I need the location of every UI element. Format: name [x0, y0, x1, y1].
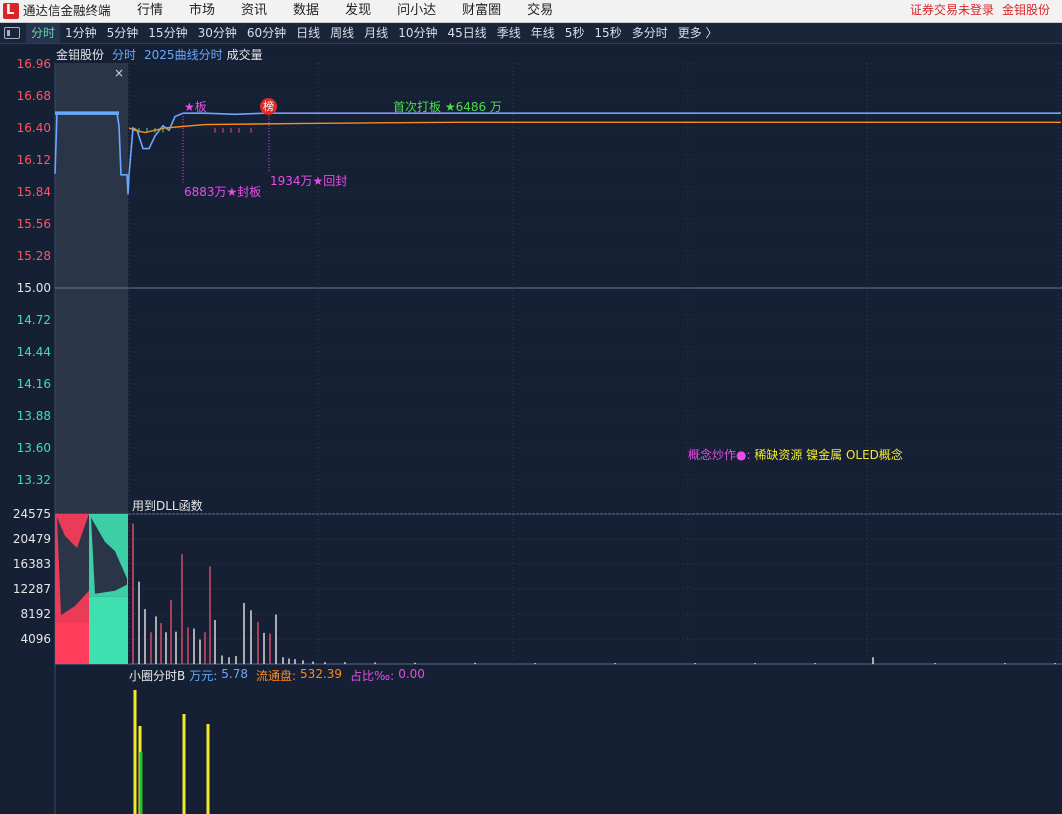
price-tick-label: 16.12 — [17, 153, 51, 167]
menu-item[interactable]: 交易 — [514, 0, 566, 21]
menu-bar: L 通达信金融终端 行情 市场 资讯 数据 发现 问小达 财富圈 交易 证券交易未登录 金钼股… — [0, 0, 1062, 23]
stock-name: 金钼股份 — [56, 48, 105, 62]
volume-tick-label: 4096 — [20, 632, 51, 646]
indicator-name[interactable]: 小圈分时B — [129, 667, 185, 684]
volume-tick-label: 8192 — [20, 607, 51, 621]
menu-item[interactable]: 行情 — [124, 0, 176, 21]
period-tab[interactable]: 多分时 — [627, 23, 673, 43]
period-tab[interactable]: 5秒 — [560, 23, 590, 43]
seal-label-1: 6883万★封板 — [184, 185, 262, 199]
price-tick-label: 15.84 — [17, 185, 51, 199]
current-stock-link[interactable]: 金钼股份 — [1002, 0, 1050, 21]
unit-value: 5.78 — [221, 667, 248, 681]
price-tick-label: 14.44 — [17, 345, 51, 359]
period-tab[interactable]: 日线 — [291, 23, 325, 43]
unit-label: 万元: — [189, 669, 218, 683]
close-icon[interactable]: × — [114, 66, 124, 80]
chart-header: 金钼股份 分时 2025曲线分时 成交量 — [56, 46, 263, 63]
price-tick-label: 15.56 — [17, 217, 51, 231]
ratio-label: 占比‰: — [350, 669, 395, 683]
volume-tick-label: 16383 — [13, 557, 51, 571]
price-tick-label: 13.88 — [17, 409, 51, 423]
period-tab[interactable]: 年线 — [526, 23, 560, 43]
period-toolbar: 分时 1分钟 5分钟 15分钟 30分钟 60分钟 日线 周线 月线 10分钟 45日线 季线 年线 5秒… — [0, 23, 1062, 44]
price-tick-label: 15.28 — [17, 249, 51, 263]
star-board-label: ★板 — [184, 100, 207, 114]
dll-indicator-label: 用到DLL函数 — [132, 499, 203, 513]
period-tab[interactable]: 分时 — [26, 23, 61, 43]
seal-label-2: 1934万★回封 — [270, 174, 348, 188]
sidebar-toggle-icon[interactable] — [4, 27, 20, 39]
period-tab[interactable]: 30分钟 — [193, 23, 242, 43]
period-tab[interactable]: 更多 〉 — [673, 23, 723, 43]
period-tab[interactable]: 15秒 — [589, 23, 626, 43]
price-tick-label: 16.68 — [17, 89, 51, 103]
price-tick-label: 13.32 — [17, 473, 51, 487]
float-value: 532.39 — [300, 667, 343, 681]
tab-2025-curve[interactable]: 2025曲线分时 — [144, 46, 223, 63]
right-menu: 证券交易未登录 金钼股份 — [910, 0, 1050, 21]
price-tick-label: 15.00 — [17, 281, 51, 295]
first-limit-label: 首次打板 ★6486 万 — [393, 100, 502, 114]
app-title: 通达信金融终端 — [23, 3, 111, 18]
float-label: 流通盘: — [256, 669, 297, 683]
period-tab[interactable]: 1分钟 — [60, 23, 102, 43]
menu-item[interactable]: 问小达 — [384, 0, 449, 21]
concept-values: 稀缺资源 镍金属 OLED概念 — [754, 448, 903, 462]
period-tab[interactable]: 季线 — [492, 23, 526, 43]
tab-volume[interactable]: 成交量 — [227, 46, 263, 63]
premarket-volume-green-bottom — [89, 596, 128, 664]
tab-intraday[interactable]: 分时 — [112, 46, 136, 63]
menu-item[interactable]: 资讯 — [228, 0, 280, 21]
volume-tick-label: 20479 — [13, 532, 51, 546]
menu-item[interactable]: 财富圈 — [449, 0, 514, 21]
concept-label: 概念炒作●: — [688, 448, 751, 462]
period-tab[interactable]: 10分钟 — [393, 23, 442, 43]
period-tab[interactable]: 周线 — [325, 23, 359, 43]
price-tick-label: 13.60 — [17, 441, 51, 455]
indicator-panel-header: 小圈分时B 万元: 5.78 流通盘: 532.39 占比‰: 0.00 — [129, 667, 425, 684]
concept-tags: 概念炒作●: 稀缺资源 镍金属 OLED概念 — [688, 446, 903, 463]
period-tab[interactable]: 60分钟 — [242, 23, 291, 43]
app-logo-icon: L — [3, 3, 19, 19]
price-tick-label: 16.96 — [17, 57, 51, 71]
intraday-chart[interactable]: 16.96 16.68 16.40 16.12 15.84 15.56 15.28 15.00… — [0, 43, 1062, 814]
menu-item[interactable]: 市场 — [176, 0, 228, 21]
main-menu: 行情 市场 资讯 数据 发现 问小达 财富圈 交易 — [124, 0, 566, 21]
volume-tick-label: 12287 — [13, 582, 51, 596]
average-price-line — [128, 121, 1061, 134]
price-tick-label: 14.72 — [17, 313, 51, 327]
list-badge-icon: 榜 — [260, 98, 277, 115]
period-tab[interactable]: 月线 — [359, 23, 393, 43]
trade-login-link[interactable]: 证券交易未登录 — [910, 0, 994, 21]
menu-item[interactable]: 发现 — [332, 0, 384, 21]
menu-item[interactable]: 数据 — [280, 0, 332, 21]
premarket-volume-red-bottom — [55, 621, 89, 664]
period-tab[interactable]: 5分钟 — [102, 23, 144, 43]
ratio-value: 0.00 — [398, 667, 425, 681]
price-tick-label: 16.40 — [17, 121, 51, 135]
period-tab[interactable]: 45日线 — [442, 23, 491, 43]
volume-tick-label: 24575 — [13, 507, 51, 521]
price-tick-label: 14.16 — [17, 377, 51, 391]
period-tab[interactable]: 15分钟 — [143, 23, 192, 43]
